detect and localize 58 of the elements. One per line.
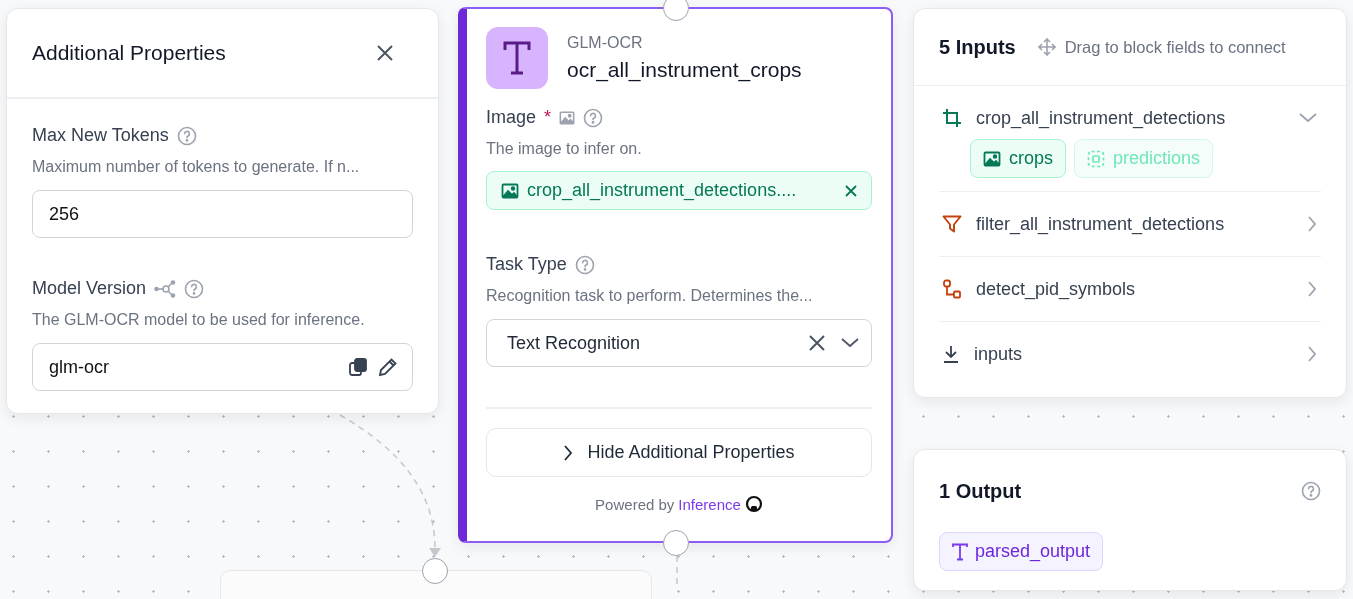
image-input-chip[interactable]: crop_all_instrument_detections.... [486,171,872,210]
help-icon[interactable] [176,125,197,146]
help-icon[interactable] [583,107,604,128]
panel-title: 5 Inputs [939,35,1016,59]
hint-text: Drag to block fields to connect [1064,37,1286,57]
output-chip[interactable]: parsed_output [939,532,1104,571]
crop-icon [942,108,962,128]
field-label: Task Type [486,254,567,275]
chevron-down-icon [841,338,859,348]
image-icon [501,181,519,200]
inference-link[interactable]: Inference [678,495,741,513]
field-description: Maximum number of tokens to generate. If n... [32,158,361,176]
clear-icon[interactable] [809,335,825,351]
chevron-right-icon [1307,345,1317,363]
filter-icon [942,215,962,233]
chevron-right-icon [1307,280,1317,298]
connector-line [675,556,679,586]
pencil-icon[interactable] [378,357,398,377]
footer-text: Powered by [595,495,675,513]
close-icon[interactable] [845,184,857,197]
chevron-down-icon [1299,113,1317,123]
block-type: GLM-OCR [567,34,644,52]
field-description: Recognition task to perform. Determines the... [486,287,814,305]
field-label: Max New Tokens [32,125,169,146]
help-icon[interactable] [1301,481,1321,501]
field-description: The GLM-OCR model to be used for inference. [32,311,366,329]
move-icon [1037,38,1056,56]
help-icon[interactable] [574,254,595,275]
download-icon [942,345,960,363]
chevron-right-icon [1307,215,1317,233]
image-icon [983,149,1001,168]
field-label: Image [486,107,537,128]
close-icon [376,44,394,62]
panel-title: 1 Output [939,479,1022,503]
chevron-right-icon [563,443,574,462]
field-description: The image to infer on. [486,140,643,158]
connection-handle[interactable] [422,558,448,584]
help-icon[interactable] [184,278,205,299]
connected-nodes-icon [942,279,962,299]
required-mark: * [544,107,552,128]
output-field-chip[interactable]: crops [970,139,1066,178]
copy-icon[interactable] [348,357,368,377]
block-node[interactable] [458,7,893,543]
image-icon [559,109,576,126]
hide-properties-button[interactable]: Hide Additional Properties [486,428,872,477]
dashed-square-icon [1087,149,1105,168]
task-type-select[interactable]: Text Recognition [486,319,872,367]
number-input[interactable]: 256 [32,190,413,238]
field-label: Model Version [32,278,147,299]
input-source-row[interactable]: inputs [939,322,1317,386]
model-input[interactable]: glm-ocr [32,343,413,391]
block-name: ocr_all_instrument_crops [567,58,802,82]
connected-nodes-icon [154,279,177,298]
panel-title: Additional Properties [32,41,226,65]
text-type-icon [952,542,968,561]
input-source-row[interactable]: detect_pid_symbols [939,257,1317,321]
input-source-row[interactable]: filter_all_instrument_detections [939,192,1317,256]
text-type-icon [503,41,531,75]
